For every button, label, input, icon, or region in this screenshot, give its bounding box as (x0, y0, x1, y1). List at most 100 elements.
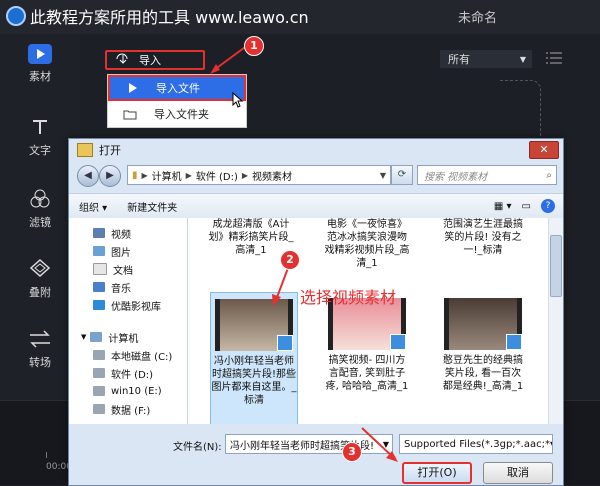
dialog-nav-row: ◀ ▶ ▮ ▶ 计算机 ▶ 软件 (D:) ▶ 视频素材 ▼ ⟳ 搜索 视频素材… (69, 163, 563, 189)
mouse-cursor-icon (232, 91, 244, 111)
music-library-icon (93, 282, 105, 292)
breadcrumb-item[interactable]: 软件 (D:) (192, 168, 242, 183)
annotation-callout: 选择视频素材 (300, 288, 397, 307)
step-badge-2: 2 (280, 250, 300, 270)
nav-item-documents[interactable]: 文档 (69, 260, 187, 278)
help-icon[interactable]: ? (541, 199, 555, 213)
close-button[interactable]: ✕ (529, 141, 559, 159)
watermark-text: 此教程方案所用的工具 www.leawo.cn (30, 8, 309, 27)
nav-item-label: 图片 (111, 247, 131, 259)
chevron-down-icon: ▼ (519, 54, 526, 64)
nav-item-drive-e[interactable]: win10 (E:) (69, 382, 187, 400)
dialog-title-bar: 打开 (69, 139, 563, 161)
youku-library-icon (93, 300, 105, 310)
file-item-selected[interactable]: 冯小刚年轻当老师时超搞笑片段!那些图片都来自这里。_标清 (210, 292, 298, 424)
refresh-button[interactable]: ⟳ (391, 165, 413, 185)
file-item[interactable]: 范围演艺生涯最搞笑的片段! 没有之一!_标清 (440, 218, 526, 257)
chevron-down-icon: ▼ (550, 440, 552, 449)
organize-button[interactable]: 组织 ▾ (69, 199, 117, 214)
dialog-command-bar: 组织 ▾ 新建文件夹 ▦ ▾ ▭ ? (69, 193, 563, 219)
preview-pane-icon[interactable]: ▭ (522, 201, 531, 212)
back-button[interactable]: ◀ (77, 165, 99, 187)
chevron-down-icon: ▼ (81, 333, 87, 341)
nav-item-label: 计算机 (108, 333, 139, 345)
nav-item-label: win10 (E:) (111, 385, 162, 397)
breadcrumb-item[interactable]: 计算机 (148, 168, 186, 183)
media-filter-select[interactable]: 所有 ▼ (440, 50, 532, 68)
nav-item-videos[interactable]: 视频 (69, 224, 187, 242)
open-button[interactable]: 打开(O) (402, 462, 472, 484)
search-input[interactable]: 搜索 视频素材 ⌕ (417, 165, 557, 185)
new-folder-button[interactable]: 新建文件夹 (117, 199, 187, 214)
play-icon (124, 81, 140, 95)
play-icon (28, 44, 52, 64)
file-name: 范围演艺生涯最搞笑的片段! 没有之一!_标清 (443, 219, 523, 256)
list-view-icon[interactable] (546, 52, 562, 64)
nav-item-label: 本地磁盘 (C:) (111, 351, 173, 363)
nav-item-youku[interactable]: 优酷影视库 (69, 296, 187, 314)
cancel-button[interactable]: 取消 (483, 462, 553, 484)
nav-item-label: 视频 (111, 229, 131, 241)
menu-item-import-folder[interactable]: 导入文件夹 (108, 101, 246, 127)
import-menu: 导入文件 导入文件夹 (107, 74, 247, 128)
nav-item-drive-d[interactable]: 软件 (D:) (69, 364, 187, 382)
nav-item-computer[interactable]: ▼ 计算机 (69, 328, 187, 346)
video-thumbnail (444, 298, 522, 350)
app-logo-icon (6, 6, 26, 26)
file-type-value: Supported Files(*.3gp;*.aac;* (404, 438, 550, 450)
nav-item-music[interactable]: 音乐 (69, 278, 187, 296)
file-name: 电影《一夜惊喜》范冰冰搞笑浪漫吻戏精彩视频片段_高清_1 (324, 219, 410, 269)
picture-library-icon (93, 246, 105, 256)
folder-icon (77, 143, 93, 157)
drive-icon (93, 368, 105, 378)
view-options-icon[interactable]: ▦ ▾ (494, 201, 512, 212)
dialog-footer: 文件名(N): 冯小刚年轻当老师时超搞笑片段! ▼ Supported File… (69, 424, 563, 485)
drive-icon (93, 386, 105, 396)
file-list-pane: 成龙超清版《A计划》精彩搞笑片段_高清_1 电影《一夜惊喜》范冰冰搞笑浪漫吻戏精… (188, 218, 548, 424)
rail-item-media[interactable]: 素材 (0, 44, 80, 104)
nav-item-label: 优酷影视库 (111, 301, 161, 313)
overlay-icon (27, 258, 53, 280)
timeline-ruler (46, 452, 57, 458)
filter-icon (27, 188, 53, 210)
drive-icon (93, 404, 105, 414)
filename-label: 文件名(N): (173, 442, 222, 453)
video-library-icon (93, 228, 105, 238)
menu-item-label: 导入文件夹 (154, 108, 209, 121)
chevron-down-icon[interactable]: ▼ (380, 171, 390, 180)
forward-button[interactable]: ▶ (99, 165, 121, 187)
import-button[interactable]: 导入 (105, 50, 205, 70)
drive-icon (93, 350, 105, 360)
import-label: 导入 (139, 54, 161, 67)
nav-item-drive-f[interactable]: 数据 (F:) (69, 400, 187, 418)
file-name: 搞笑视频- 四川方言配音, 笑到肚子疼, 哈哈哈_高清_1 (325, 355, 409, 392)
address-bar[interactable]: ▮ ▶ 计算机 ▶ 软件 (D:) ▶ 视频素材 ▼ (127, 165, 391, 185)
menu-item-label: 导入文件 (156, 82, 200, 95)
step-badge-1: 1 (244, 36, 264, 56)
file-item[interactable]: 成龙超清版《A计划》精彩搞笑片段_高清_1 (208, 218, 294, 257)
file-item[interactable]: 电影《一夜惊喜》范冰冰搞笑浪漫吻戏精彩视频片段_高清_1 (324, 218, 410, 270)
transition-icon (27, 328, 53, 350)
nav-item-label: 软件 (D:) (111, 369, 154, 381)
text-icon (27, 116, 53, 138)
navigation-pane: 视频 图片 文档 音乐 优酷影视库 ▼ 计算机 本地磁盘 (C:) 软件 (D:… (69, 218, 188, 424)
filter-value: 所有 (448, 53, 470, 66)
file-name: 憨豆先生的经典搞笑片段, 看一百次都是经典!_高清_1 (442, 355, 524, 392)
nav-item-drive-c[interactable]: 本地磁盘 (C:) (69, 346, 187, 364)
file-type-select[interactable]: Supported Files(*.3gp;*.aac;* ▼ (399, 434, 553, 454)
file-item[interactable]: 憨豆先生的经典搞笑片段, 看一百次都是经典!_高清_1 (440, 292, 526, 393)
nav-item-pictures[interactable]: 图片 (69, 242, 187, 260)
folder-icon (122, 107, 138, 121)
folder-icon: ▮ (132, 169, 138, 181)
import-icon (115, 53, 131, 68)
annotation-arrow-3 (361, 427, 398, 462)
open-file-dialog: 打开 ✕ ◀ ▶ ▮ ▶ 计算机 ▶ 软件 (D:) ▶ 视频素材 ▼ ⟳ 搜索… (68, 138, 564, 486)
scrollbar-thumb[interactable] (550, 235, 562, 297)
search-placeholder: 搜索 视频素材 (424, 171, 488, 183)
computer-icon (90, 332, 103, 342)
file-name: 成龙超清版《A计划》精彩搞笑片段_高清_1 (208, 219, 294, 256)
search-icon: ⌕ (546, 169, 552, 181)
project-name: 未命名 (458, 11, 498, 26)
nav-item-label: 文档 (113, 265, 133, 277)
breadcrumb-item[interactable]: 视频素材 (248, 168, 296, 183)
